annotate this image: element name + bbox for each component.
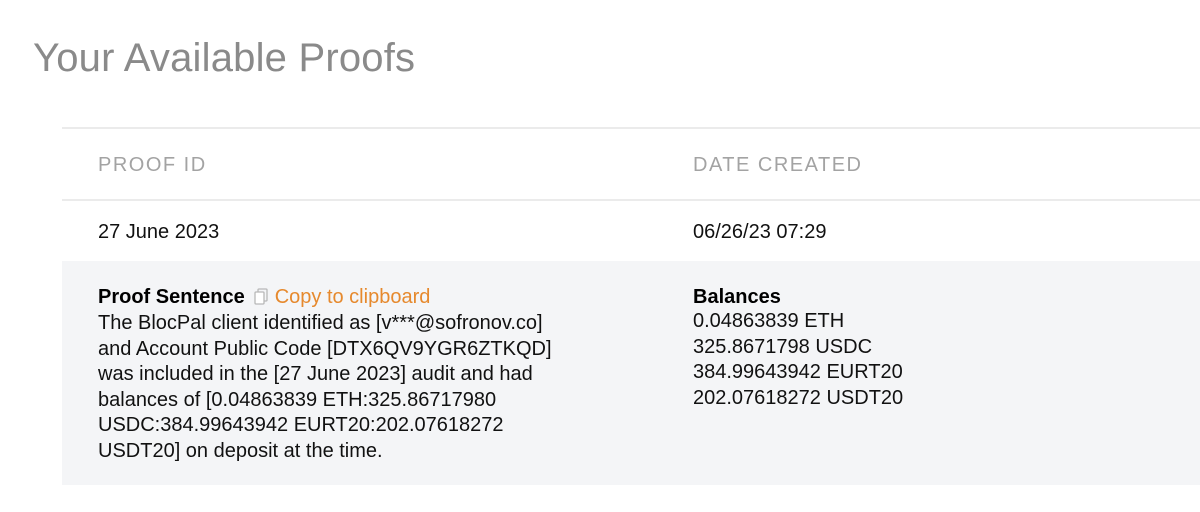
page-title: Your Available Proofs xyxy=(33,36,416,80)
balance-item: 325.8671798 USDC xyxy=(693,335,873,358)
proof-sentence-text: The BlocPal client identified as [v***@s… xyxy=(98,311,618,464)
proof-sentence-line: USDT20] on deposit at the time. xyxy=(98,439,383,462)
proof-detail-panel: Proof Sentence Copy to clipboard The Blo… xyxy=(62,261,1200,485)
proof-sentence-label: Proof Sentence xyxy=(98,285,245,308)
balances-header: Balances xyxy=(693,285,1173,309)
balance-item: 0.04863839 ETH xyxy=(693,310,845,332)
balances-label: Balances xyxy=(693,285,781,308)
proof-sentence-header: Proof Sentence Copy to clipboard xyxy=(98,285,618,309)
balances-list: 0.04863839 ETH 325.8671798 USDC 384.9964… xyxy=(693,309,1173,411)
copy-icon xyxy=(254,288,268,305)
column-header-proof-id: PROOF ID xyxy=(98,154,207,176)
proof-id-cell: 27 June 2023 xyxy=(98,221,220,243)
proof-sentence-line: and Account Public Code [DTX6QV9YGR6ZTKQ… xyxy=(98,337,552,360)
proof-sentence-section: Proof Sentence Copy to clipboard The Blo… xyxy=(98,285,618,464)
column-header-date-created: DATE CREATED xyxy=(693,154,863,176)
balances-section: Balances 0.04863839 ETH 325.8671798 USDC… xyxy=(693,285,1173,411)
date-created-cell: 06/26/23 07:29 xyxy=(693,221,827,243)
proof-sentence-line: USDC:384.99643942 EURT20:202.07618272 xyxy=(98,414,504,436)
table-row[interactable]: 27 June 2023 06/26/23 07:29 xyxy=(62,201,1200,261)
proof-sentence-line: The BlocPal client identified as [v***@s… xyxy=(98,312,543,334)
copy-to-clipboard-label: Copy to clipboard xyxy=(274,285,431,308)
balance-item: 202.07618272 USDT20 xyxy=(693,386,904,409)
copy-to-clipboard-button[interactable]: Copy to clipboard xyxy=(254,285,431,309)
table-header-row: PROOF ID DATE CREATED xyxy=(62,129,1200,199)
proofs-table: PROOF ID DATE CREATED 27 June 2023 06/26… xyxy=(62,127,1200,485)
balance-item: 384.99643942 EURT20 xyxy=(693,361,903,383)
page: Your Available Proofs PROOF ID DATE CREA… xyxy=(0,0,1200,512)
proof-sentence-line: balances of [0.04863839 ETH:325.86717980 xyxy=(98,388,497,411)
proof-sentence-line: was included in the [27 June 2023] audit… xyxy=(98,363,533,385)
